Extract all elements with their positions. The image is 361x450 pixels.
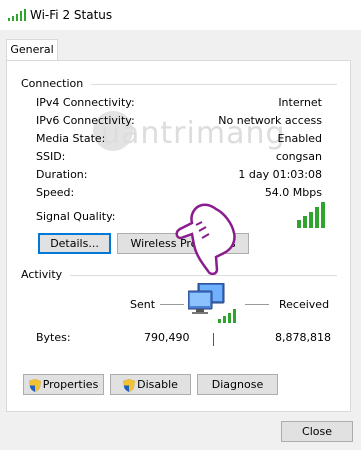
shield-icon bbox=[28, 378, 41, 392]
details-button[interactable]: Details... bbox=[38, 233, 111, 254]
network-computer-icon bbox=[188, 283, 236, 323]
sent-line bbox=[160, 304, 184, 305]
diagnose-button[interactable]: Diagnose bbox=[197, 374, 278, 395]
shield-icon bbox=[123, 378, 136, 392]
wireless-properties-button[interactable]: Wireless Properties bbox=[117, 233, 249, 254]
properties-button[interactable]: Properties bbox=[23, 374, 104, 395]
ipv6-value: No network access bbox=[218, 114, 322, 127]
speed-value: 54.0 Mbps bbox=[264, 186, 322, 199]
tab-general[interactable]: General bbox=[6, 39, 58, 61]
activity-heading: Activity bbox=[21, 268, 63, 281]
properties-button-label: Properties bbox=[42, 378, 99, 391]
activity-divider bbox=[70, 275, 337, 276]
window-title: Wi-Fi 2 Status bbox=[30, 8, 113, 22]
signal-bar-1 bbox=[297, 220, 301, 228]
signal-bar-4 bbox=[315, 207, 319, 228]
tab-strip: General bbox=[0, 30, 361, 61]
duration-value: 1 day 01:03:08 bbox=[238, 168, 322, 181]
ipv6-label: IPv6 Connectivity: bbox=[36, 114, 135, 127]
wifi-signal-icon bbox=[8, 9, 26, 21]
ssid-value: congsan bbox=[275, 150, 322, 163]
signal-bar-3 bbox=[309, 212, 313, 228]
sent-label: Sent bbox=[130, 298, 156, 311]
disable-button-label: Disable bbox=[137, 378, 178, 391]
received-label: Received bbox=[279, 298, 330, 311]
connection-divider bbox=[91, 84, 337, 85]
duration-label: Duration: bbox=[36, 168, 88, 181]
ssid-label: SSID: bbox=[36, 150, 66, 163]
connection-heading: Connection bbox=[21, 77, 84, 90]
bytes-sent-value: 790,490 bbox=[144, 331, 190, 344]
received-line bbox=[245, 304, 269, 305]
title-bar: Wi-Fi 2 Status bbox=[0, 0, 361, 30]
media-state-label: Media State: bbox=[36, 132, 106, 145]
bytes-separator bbox=[213, 333, 214, 346]
speed-label: Speed: bbox=[36, 186, 75, 199]
general-panel: uantrimang Connection IPv4 Connectivity:… bbox=[6, 60, 351, 412]
bytes-received-value: 8,878,818 bbox=[275, 331, 331, 344]
bytes-label: Bytes: bbox=[36, 331, 71, 344]
signal-bar-5 bbox=[321, 202, 325, 228]
ipv4-value: Internet bbox=[278, 96, 322, 109]
signal-quality-label: Signal Quality: bbox=[36, 210, 116, 223]
close-button[interactable]: Close bbox=[281, 421, 353, 442]
disable-button[interactable]: Disable bbox=[110, 374, 191, 395]
ipv4-label: IPv4 Connectivity: bbox=[36, 96, 135, 109]
signal-quality-icon bbox=[297, 202, 325, 228]
signal-bar-2 bbox=[303, 216, 307, 228]
media-state-value: Enabled bbox=[277, 132, 322, 145]
